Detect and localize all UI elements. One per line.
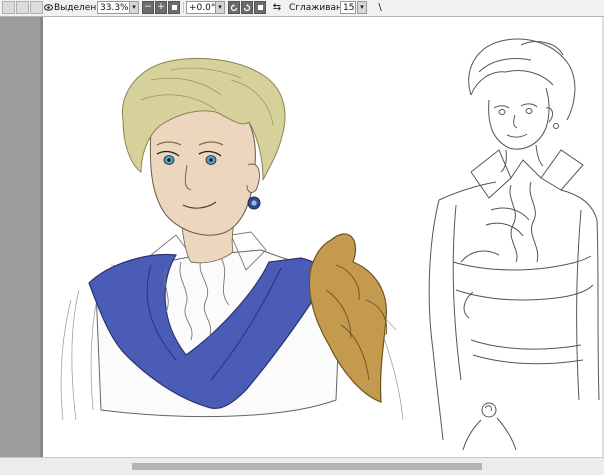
chevron-down-icon: ▾ [218,3,222,11]
smoothing-field[interactable]: 15 [340,1,356,14]
rotate-right-icon [243,3,251,11]
flip-icon[interactable]: ⇆ [271,1,283,14]
reset-zoom-icon [171,5,177,10]
scrollbar-thumb[interactable] [132,463,482,470]
eye-icon[interactable] [43,1,53,14]
zoom-dropdown-button[interactable]: ▾ [129,1,139,14]
reset-rotation-icon [257,5,263,10]
minus-icon: − [144,2,152,12]
plus-icon: + [157,2,165,12]
smoothing-label: Сглаживание [289,2,354,13]
drawing-canvas[interactable] [42,17,604,457]
rotate-left-icon [230,3,238,11]
rotate-right-button[interactable] [241,1,253,14]
rotation-dropdown-button[interactable]: ▾ [215,1,225,14]
zoom-out-button[interactable]: − [142,1,154,14]
smoothing-dropdown-button[interactable]: ▾ [357,1,367,14]
toolbar-separator [183,2,184,13]
pen-icon[interactable]: \ [375,1,385,14]
selection-label: Выделение [54,2,108,13]
tool-slot-1[interactable] [2,1,15,14]
horizontal-scrollbar[interactable] [0,457,604,475]
artwork [60,38,600,451]
tool-slot-3[interactable] [30,1,43,14]
reset-rotation-button[interactable] [254,1,266,14]
zoom-in-button[interactable]: + [155,1,167,14]
rotate-left-button[interactable] [228,1,240,14]
chevron-down-icon: ▾ [360,3,364,11]
workspace-margin [0,17,42,457]
tool-slot-2[interactable] [16,1,29,14]
tool-options-bar: Выделение 33.3% ▾ − + +0.0° ▾ ⇆ Сглажива… [0,0,604,17]
reset-zoom-button[interactable] [168,1,180,14]
chevron-down-icon: ▾ [132,3,136,11]
